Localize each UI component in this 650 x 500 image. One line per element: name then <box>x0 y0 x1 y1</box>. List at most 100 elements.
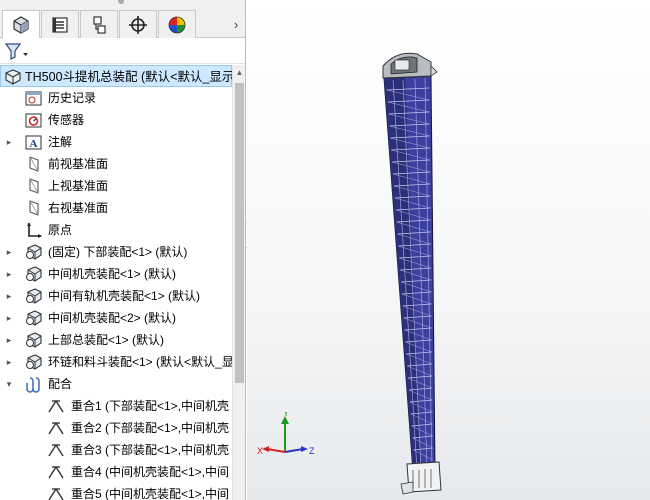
tree-item-upper-assembly[interactable]: ▸ 上部总装配<1> (默认) <box>0 329 232 351</box>
tree-item-history[interactable]: 历史记录 <box>0 87 232 109</box>
tab-dimxpert-manager[interactable] <box>119 10 157 38</box>
head-section <box>382 52 438 79</box>
tab-display-manager[interactable] <box>158 10 196 38</box>
filter-funnel-icon <box>4 43 28 60</box>
coincident-mate-icon <box>46 419 66 437</box>
tree-item-label: 前视基准面 <box>48 157 109 171</box>
tree-item-top-plane[interactable]: 上视基准面 <box>0 175 232 197</box>
assembly-icon <box>3 68 23 86</box>
panel-collapse-dot[interactable] <box>118 0 124 4</box>
x-axis-label: X <box>257 446 263 456</box>
tree-item-annotations[interactable]: ▸ A 注解 <box>0 131 232 153</box>
tabs-scroll-right-button[interactable]: › <box>230 16 242 32</box>
expand-arrow-icon[interactable]: ▸ <box>4 312 14 324</box>
z-axis-arrow-icon <box>301 446 308 452</box>
boot-section <box>400 461 442 495</box>
tree-item-right-plane[interactable]: 右视基准面 <box>0 197 232 219</box>
property-list-icon <box>52 16 68 33</box>
manager-tab-strip: › <box>0 0 245 39</box>
tree-item-label: 右视基准面 <box>48 201 109 215</box>
expand-arrow-icon[interactable]: ▸ <box>4 334 14 346</box>
y-axis-label: Y <box>283 412 289 418</box>
tree-item-mate-coincident-3[interactable]: 重合3 (下部装配<1>,中间机壳 <box>0 439 232 461</box>
tree-item-label: 配合 <box>48 377 73 391</box>
expand-arrow-icon[interactable]: ▸ <box>4 268 14 280</box>
expand-arrow-icon[interactable]: ▸ <box>4 290 14 302</box>
z-axis-line <box>284 448 304 453</box>
feature-manager-panel: › TH500斗提机总装配 (默认<默认_显示 历史记录 传感器 ▸ A 注解 … <box>0 0 246 500</box>
z-axis-label: Z <box>309 446 315 456</box>
tree-item-label: 环链和料斗装配<1> (默认<默认_显 <box>48 355 232 369</box>
tree-item-mate-coincident-1[interactable]: 重合1 (下部装配<1>,中间机壳 <box>0 395 232 417</box>
annotation-icon: A <box>24 133 44 151</box>
tree-item-middle-casing-1[interactable]: ▸ 中间机壳装配<1> (默认) <box>0 263 232 285</box>
tree-item-label: 重合5 (中间机壳装配<1>,中间 <box>71 487 230 500</box>
tree-item-label: 重合4 (中间机壳装配<1>,中间 <box>71 465 230 479</box>
feature-tree-icon <box>13 16 29 34</box>
tree-root-assembly[interactable]: TH500斗提机总装配 (默认<默认_显示 <box>0 65 232 87</box>
tree-item-label: (固定) 下部装配<1> (默认) <box>48 245 188 259</box>
tree-item-middle-rail-casing[interactable]: ▸ 中间有轨机壳装配<1> (默认) <box>0 285 232 307</box>
tree-item-mate-coincident-5[interactable]: 重合5 (中间机壳装配<1>,中间 <box>0 483 232 500</box>
plane-icon <box>24 155 44 173</box>
tree-item-label: 传感器 <box>48 113 85 127</box>
tree-item-label: 上视基准面 <box>48 179 109 193</box>
expand-arrow-icon[interactable]: ▸ <box>4 356 14 368</box>
configuration-icon <box>93 15 106 34</box>
x-axis-arrow-icon <box>262 446 269 452</box>
expand-arrow-icon[interactable]: ▸ <box>4 136 14 148</box>
tab-feature-manager[interactable] <box>2 10 40 39</box>
coincident-mate-icon <box>46 441 66 459</box>
plane-icon <box>24 199 44 217</box>
origin-icon <box>24 221 44 239</box>
graphics-viewport[interactable]: Y X Z <box>247 0 650 500</box>
subassembly-icon <box>24 265 44 283</box>
tree-item-label: 历史记录 <box>48 91 97 105</box>
tree-root-label: TH500斗提机总装配 (默认<默认_显示 <box>25 70 232 84</box>
mates-folder-icon <box>24 375 44 393</box>
history-folder-icon <box>24 89 44 107</box>
tree-item-label: 中间机壳装配<1> (默认) <box>48 267 177 281</box>
sensor-icon <box>24 111 44 129</box>
collapse-arrow-icon[interactable]: ▾ <box>4 378 14 390</box>
x-axis-line <box>266 448 286 453</box>
tab-configuration-manager[interactable] <box>80 10 118 38</box>
subassembly-icon <box>24 331 44 349</box>
tab-property-manager[interactable] <box>41 10 79 38</box>
filter-dropdown-button[interactable] <box>4 41 30 61</box>
tree-item-sensors[interactable]: 传感器 <box>0 109 232 131</box>
tree-item-label: 重合3 (下部装配<1>,中间机壳 <box>71 443 230 457</box>
tree-item-label: 中间有轨机壳装配<1> (默认) <box>48 289 201 303</box>
tree-item-mate-coincident-4[interactable]: 重合4 (中间机壳装配<1>,中间 <box>0 461 232 483</box>
coincident-mate-icon <box>46 463 66 481</box>
subassembly-icon <box>24 287 44 305</box>
svg-text:A: A <box>30 138 38 150</box>
tree-item-label: 上部总装配<1> (默认) <box>48 333 165 347</box>
tree-item-lower-assembly[interactable]: ▸ (固定) 下部装配<1> (默认) <box>0 241 232 263</box>
subassembly-icon <box>24 353 44 371</box>
scrollbar-thumb[interactable] <box>235 83 244 383</box>
tree-item-label: 重合2 (下部装配<1>,中间机壳 <box>71 421 230 435</box>
tree-item-label: 重合1 (下部装配<1>,中间机壳 <box>71 399 230 413</box>
feature-tree: TH500斗提机总装配 (默认<默认_显示 历史记录 传感器 ▸ A 注解 前视… <box>0 65 232 500</box>
tree-item-chain-bucket-assembly[interactable]: ▸ 环链和料斗装配<1> (默认<默认_显 <box>0 351 232 373</box>
tree-item-middle-casing-2[interactable]: ▸ 中间机壳装配<2> (默认) <box>0 307 232 329</box>
scroll-up-arrow-icon[interactable]: ▲ <box>233 65 245 81</box>
tree-item-label: 注解 <box>48 135 73 149</box>
expand-arrow-icon[interactable]: ▸ <box>4 246 14 258</box>
appearance-sphere-icon <box>168 16 186 33</box>
subassembly-icon <box>24 243 44 261</box>
coincident-mate-icon <box>46 485 66 500</box>
plane-icon <box>24 177 44 195</box>
orientation-triad: Y X Z <box>257 412 315 456</box>
tree-item-front-plane[interactable]: 前视基准面 <box>0 153 232 175</box>
tree-item-mates[interactable]: ▾ 配合 <box>0 373 232 395</box>
subassembly-icon <box>24 309 44 327</box>
tree-item-label: 中间机壳装配<2> (默认) <box>48 311 177 325</box>
tree-item-origin[interactable]: 原点 <box>0 219 232 241</box>
tree-filter-row <box>0 38 245 64</box>
coincident-mate-icon <box>46 397 66 415</box>
tree-vertical-scrollbar[interactable]: ▲ <box>232 65 245 500</box>
tree-item-label: 原点 <box>48 223 73 237</box>
tree-item-mate-coincident-2[interactable]: 重合2 (下部装配<1>,中间机壳 <box>0 417 232 439</box>
